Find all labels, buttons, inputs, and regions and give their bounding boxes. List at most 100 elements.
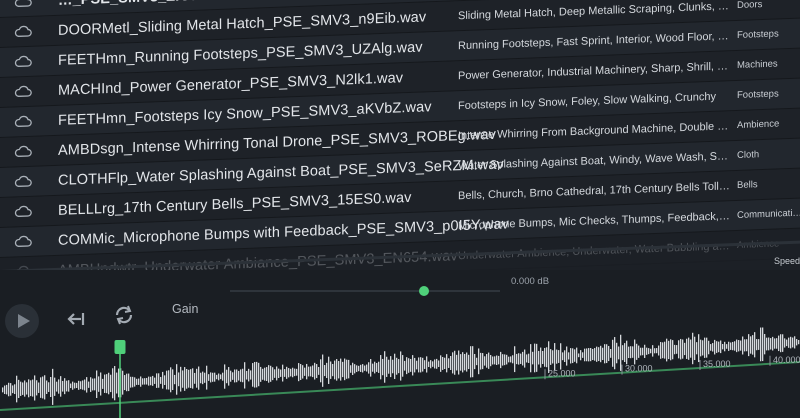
- waveform-bar: [268, 365, 270, 383]
- cloud-icon[interactable]: [14, 85, 32, 98]
- waveform-bar: [190, 369, 192, 389]
- waveform-bar: [644, 344, 646, 358]
- waveform-bar: [366, 364, 368, 372]
- waveform-bar: [12, 385, 14, 394]
- timeline-tick-label: 30.000: [625, 364, 653, 374]
- waveform-bar: [220, 374, 222, 380]
- waveform-bar: [776, 338, 778, 349]
- waveform-bar: [454, 350, 456, 375]
- waveform-bar: [436, 358, 438, 369]
- cloud-icon[interactable]: [14, 55, 32, 68]
- waveform-bar: [370, 359, 372, 377]
- waveform-bar: [502, 354, 504, 366]
- waveform-bar: [100, 372, 102, 396]
- gain-slider-knob[interactable]: [419, 286, 430, 296]
- waveform-bar: [18, 379, 20, 398]
- waveform-bar: [208, 374, 210, 381]
- waveform-bar: [750, 336, 752, 354]
- waveform-bar: [522, 351, 524, 366]
- waveform-bar: [288, 368, 290, 378]
- waveform-bar: [680, 338, 682, 360]
- cloud-icon[interactable]: [14, 115, 32, 128]
- waveform-bar: [334, 360, 336, 380]
- waveform-bar: [766, 337, 768, 351]
- waveform-bar: [648, 348, 650, 355]
- waveform-bar: [526, 354, 528, 363]
- waveform-bar: [676, 345, 678, 354]
- waveform-bar: [66, 380, 68, 392]
- waveform-bar: [688, 337, 690, 360]
- waveform-bar: [86, 377, 88, 393]
- waveform-bar: [560, 343, 562, 370]
- file-description: Microphone Bumps, Mic Checks, Thumps, Fe…: [458, 209, 730, 232]
- cloud-icon[interactable]: [14, 25, 32, 38]
- waveform-bar: [656, 348, 658, 354]
- waveform-bar: [52, 368, 54, 405]
- file-category: Footsteps: [737, 28, 779, 41]
- waveform-bar: [340, 358, 342, 381]
- waveform-bar: [44, 375, 46, 400]
- waveform-bar: [744, 339, 746, 352]
- waveform-bar: [398, 359, 400, 374]
- waveform-bar: [778, 335, 780, 352]
- waveform-bar: [200, 372, 202, 384]
- waveform-bar: [226, 369, 228, 384]
- cloud-icon[interactable]: [14, 0, 32, 7]
- waveform-bar: [314, 362, 316, 380]
- waveform-bar: [212, 372, 214, 382]
- waveform-bar: [324, 365, 326, 377]
- gain-slider-track[interactable]: [230, 290, 500, 292]
- waveform-bar: [682, 339, 684, 359]
- waveform-bar: [252, 363, 254, 387]
- waveform-bar: [696, 342, 698, 355]
- waveform-bar: [580, 350, 582, 361]
- file-name: MACHInd_Power Generator_PSE_SMV3_N2lk1.w…: [58, 69, 404, 99]
- waveform-bar: [360, 364, 362, 372]
- timeline-tick-label: 40.000: [773, 355, 800, 365]
- waveform-bar: [8, 382, 10, 397]
- waveform-bar: [490, 355, 492, 367]
- waveform-bar: [508, 356, 510, 363]
- cloud-icon[interactable]: [14, 145, 32, 158]
- waveform-bar: [576, 347, 578, 364]
- waveform-bar: [142, 378, 144, 385]
- waveform-bar: [528, 353, 530, 363]
- waveform-bar: [442, 357, 444, 370]
- waveform-bar: [402, 355, 404, 377]
- cloud-icon[interactable]: [14, 205, 32, 218]
- waveform-bar: [204, 372, 206, 383]
- file-name: …_PSE_SMV3_Zr809.wav: [58, 0, 237, 8]
- waveform-bar: [532, 351, 534, 365]
- waveform-bar: [712, 343, 714, 352]
- file-description: Running Footsteps, Fast Sprint, Interior…: [458, 29, 730, 52]
- waveform-bar: [770, 338, 772, 350]
- waveform-bar: [48, 382, 50, 392]
- waveform-bar: [506, 354, 508, 365]
- waveform-bar: [500, 351, 502, 369]
- waveform-bar: [460, 354, 462, 371]
- waveform-bar: [150, 376, 152, 386]
- waveform-bar: [628, 346, 630, 359]
- waveform-bar: [640, 347, 642, 356]
- waveform-bar: [330, 361, 332, 379]
- waveform-bar: [418, 357, 420, 373]
- waveform-bar: [280, 369, 282, 377]
- waveform-bar: [746, 339, 748, 352]
- cloud-icon[interactable]: [14, 175, 32, 188]
- timeline-tick-label: 25.000: [548, 368, 576, 378]
- waveform-bar: [116, 372, 118, 394]
- waveform-bar: [756, 339, 758, 351]
- waveform-bar: [430, 360, 432, 369]
- waveform-bar: [798, 340, 800, 345]
- waveform-bar: [496, 355, 498, 366]
- waveform-bar: [130, 376, 132, 388]
- playhead-handle[interactable]: [114, 340, 126, 354]
- waveform-bar: [30, 380, 32, 397]
- cloud-icon[interactable]: [14, 235, 32, 248]
- waveform-bar: [244, 362, 246, 389]
- waveform-bar: [412, 355, 414, 376]
- waveform-bar: [672, 340, 674, 360]
- waveform-bar: [530, 344, 532, 373]
- waveform-bar: [572, 348, 574, 364]
- waveform-bar: [668, 340, 670, 360]
